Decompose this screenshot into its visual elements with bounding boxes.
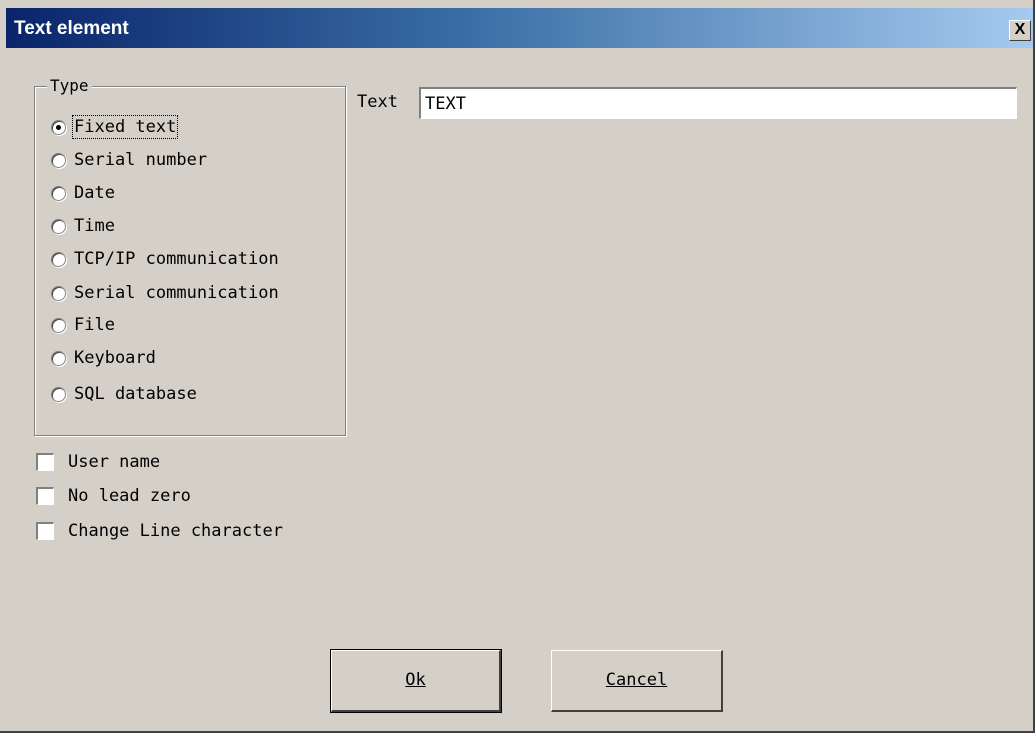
radio-label: Serial number [74, 150, 208, 170]
checkbox[interactable] [36, 522, 54, 540]
radio-label: Keyboard [74, 348, 156, 368]
window-title: Text element [14, 18, 129, 39]
close-button[interactable]: X [1009, 20, 1031, 41]
text-field-label: Text [357, 92, 398, 112]
checkbox-label: Change Line character [68, 521, 283, 541]
radio-label: Fixed text [71, 115, 179, 139]
radio-serial-number[interactable]: Serial number [51, 147, 207, 173]
radio-label: SQL database [74, 384, 197, 404]
checkbox-no-lead-zero[interactable]: No lead zero [36, 483, 191, 509]
checkbox[interactable] [36, 487, 54, 505]
checkbox-user-name[interactable]: User name [36, 449, 160, 475]
radio-button[interactable] [51, 285, 66, 301]
radio-serial-communication[interactable]: Serial communication [51, 280, 279, 306]
radio-keyboard[interactable]: Keyboard [51, 345, 156, 371]
checkbox-change-line-character[interactable]: Change Line character [36, 518, 283, 544]
radio-label: Time [74, 216, 115, 236]
radio-label: Serial communication [74, 283, 279, 303]
text-input[interactable] [419, 87, 1017, 119]
radio-button[interactable] [51, 218, 66, 234]
radio-button[interactable] [51, 317, 66, 333]
cancel-button[interactable]: Cancel [551, 650, 723, 712]
radio-time[interactable]: Time [51, 213, 115, 239]
radio-tcpip-communication[interactable]: TCP/IP communication [51, 246, 279, 272]
radio-button[interactable] [51, 185, 66, 201]
radio-button[interactable] [51, 386, 66, 402]
radio-button[interactable] [51, 350, 66, 366]
radio-label: TCP/IP communication [74, 249, 279, 269]
checkbox[interactable] [36, 453, 54, 471]
type-group: Type Fixed text Serial number Date Time … [34, 76, 346, 436]
radio-button[interactable] [51, 119, 66, 135]
title-bar: Text element X [6, 8, 1033, 48]
type-group-legend: Type [47, 76, 92, 95]
radio-sql-database[interactable]: SQL database [51, 381, 197, 407]
checkbox-label: User name [68, 452, 161, 472]
checkbox-label: No lead zero [68, 486, 191, 506]
ok-button[interactable]: Ok [330, 649, 502, 713]
cancel-button-label: Cancel [605, 670, 668, 690]
radio-button[interactable] [51, 251, 66, 267]
radio-label: Date [74, 183, 115, 203]
radio-file[interactable]: File [51, 312, 115, 338]
radio-date[interactable]: Date [51, 180, 115, 206]
radio-button[interactable] [51, 152, 66, 168]
ok-button-label: Ok [405, 670, 426, 690]
text-element-dialog: Text element X Type Fixed text Serial nu… [0, 0, 1035, 733]
radio-label: File [74, 315, 115, 335]
radio-fixed-text[interactable]: Fixed text [51, 114, 179, 140]
